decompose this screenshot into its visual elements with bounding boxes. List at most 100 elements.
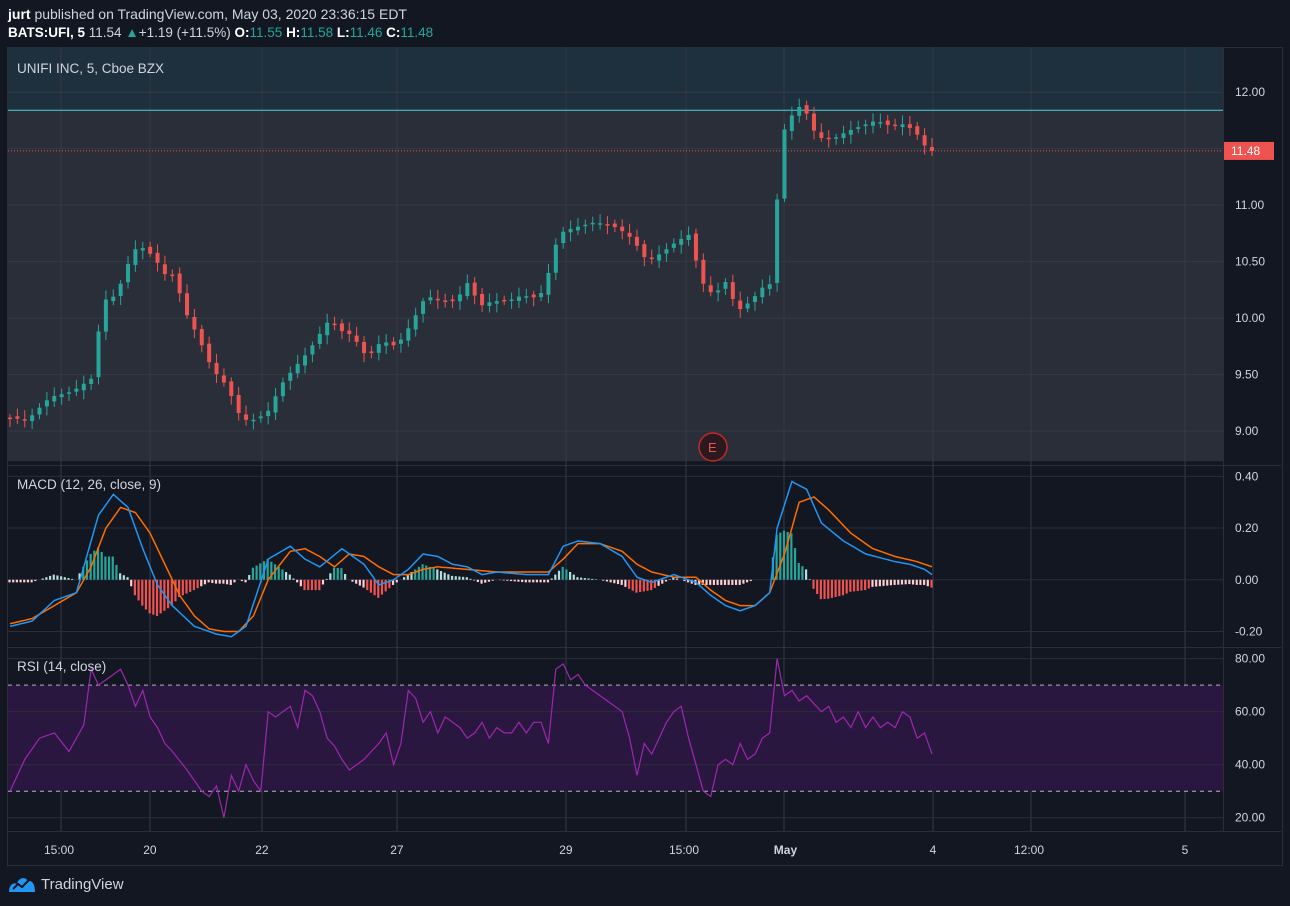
- macd-histogram-bar: [893, 579, 896, 585]
- macd-histogram-bar: [535, 579, 538, 583]
- macd-histogram-bar: [889, 579, 893, 586]
- candle-body: [679, 238, 684, 245]
- macd-histogram-bar: [731, 579, 734, 585]
- candle-body: [30, 415, 35, 422]
- candle-body: [568, 228, 573, 233]
- macd-histogram-bar: [856, 579, 859, 591]
- candle-body: [819, 132, 824, 139]
- candle-body: [590, 222, 595, 225]
- candle-body: [634, 236, 639, 246]
- macd-histogram-bar: [565, 569, 568, 580]
- candle-body: [885, 120, 890, 125]
- macd-histogram-bar: [801, 566, 804, 580]
- candle-body: [347, 330, 352, 334]
- macd-histogram-bar: [214, 579, 218, 584]
- macd-histogram-bar: [30, 579, 33, 583]
- macd-histogram-bar: [159, 579, 162, 614]
- macd-histogram-bar: [749, 579, 752, 582]
- macd-histogram-bar: [60, 576, 63, 580]
- candle-body: [893, 124, 898, 127]
- macd-histogram-bar: [882, 579, 885, 586]
- macd-histogram-bar: [432, 568, 435, 580]
- macd-histogram-bar: [63, 577, 66, 580]
- macd-histogram-bar: [631, 579, 634, 591]
- macd-histogram-bar: [723, 579, 727, 585]
- high-label: H:: [286, 25, 301, 40]
- candle-body: [516, 296, 521, 301]
- candle-body: [900, 124, 905, 128]
- macd-histogram-bar: [200, 579, 203, 587]
- macd-histogram-bar: [875, 579, 878, 587]
- macd-histogram-bar: [635, 579, 638, 593]
- macd-histogram-bar: [930, 579, 933, 588]
- candle-body: [502, 299, 507, 302]
- macd-histogram-bar: [425, 565, 428, 580]
- candle-body: [856, 127, 861, 129]
- macd-histogram-bar: [454, 576, 457, 580]
- candle-body: [398, 339, 403, 344]
- candle-body: [59, 394, 64, 398]
- candle-body: [354, 335, 359, 342]
- macd-tick-label: 0.20: [1235, 521, 1259, 535]
- candle-body: [841, 133, 846, 139]
- candle-body: [649, 257, 654, 260]
- candle-body: [494, 301, 499, 304]
- macd-histogram-bar: [8, 579, 11, 583]
- candle-body: [472, 282, 477, 296]
- candle-body: [15, 416, 20, 419]
- macd-histogram-bar: [926, 579, 929, 587]
- macd-histogram-bar: [491, 579, 494, 581]
- candle-body: [310, 345, 315, 355]
- macd-histogram-bar: [111, 556, 114, 580]
- macd-histogram-bar: [705, 579, 708, 585]
- macd-histogram-bar: [871, 579, 874, 587]
- macd-histogram-bar: [45, 577, 48, 580]
- macd-histogram-bar: [248, 575, 251, 580]
- price-tick-label: 10.00: [1235, 311, 1265, 325]
- macd-histogram-bar: [790, 533, 793, 580]
- macd-histogram-bar: [185, 579, 188, 594]
- candle-body: [133, 249, 138, 265]
- footer-brand[interactable]: TradingView: [8, 875, 124, 893]
- macd-histogram-bar: [897, 579, 900, 585]
- macd-histogram-bar: [779, 532, 782, 580]
- candle-body: [443, 300, 448, 302]
- macd-histogram-bar: [860, 579, 863, 591]
- macd-histogram-bar: [211, 579, 214, 584]
- candle-body: [524, 296, 529, 298]
- candle-body: [531, 294, 536, 298]
- macd-histogram-bar: [554, 574, 557, 580]
- low-label: L:: [336, 25, 350, 40]
- candle-body: [797, 106, 802, 116]
- candle-body: [487, 302, 492, 307]
- candle-body: [435, 298, 440, 301]
- candle-body: [207, 343, 212, 363]
- earnings-marker-label: E: [708, 440, 717, 455]
- macd-histogram-bar: [406, 574, 409, 580]
- macd-histogram-bar: [849, 579, 852, 592]
- candle-body: [834, 137, 839, 139]
- macd-histogram-bar: [908, 579, 911, 585]
- macd-histogram-bar: [196, 579, 199, 589]
- macd-histogram-bar: [115, 564, 118, 580]
- macd-histogram-bar: [528, 579, 531, 583]
- candle-body: [811, 113, 816, 131]
- macd-histogram-bar: [639, 579, 642, 593]
- candle-body: [185, 293, 190, 316]
- macd-histogram-bar: [285, 572, 288, 580]
- price-tick-label: 9.00: [1235, 424, 1259, 438]
- macd-histogram-bar: [351, 579, 354, 582]
- candle-body: [391, 341, 396, 346]
- candle-body: [89, 378, 94, 384]
- macd-histogram-bar: [808, 579, 811, 580]
- symbol-legend: BATS:UFI, 5 11.54 ▲+1.19 (+11.5%) O:11.5…: [8, 25, 433, 40]
- time-tick-label: 20: [143, 843, 157, 857]
- candle-body: [745, 303, 750, 309]
- chart-canvas[interactable]: 9.009.5010.0010.5011.0011.5012.0011.48E0…: [7, 47, 1281, 864]
- macd-histogram-bar: [812, 579, 815, 589]
- macd-histogram-bar: [281, 569, 284, 580]
- candle-body: [428, 297, 433, 301]
- candle-body: [598, 223, 603, 225]
- macd-histogram-bar: [19, 579, 22, 583]
- candle-body: [450, 299, 455, 302]
